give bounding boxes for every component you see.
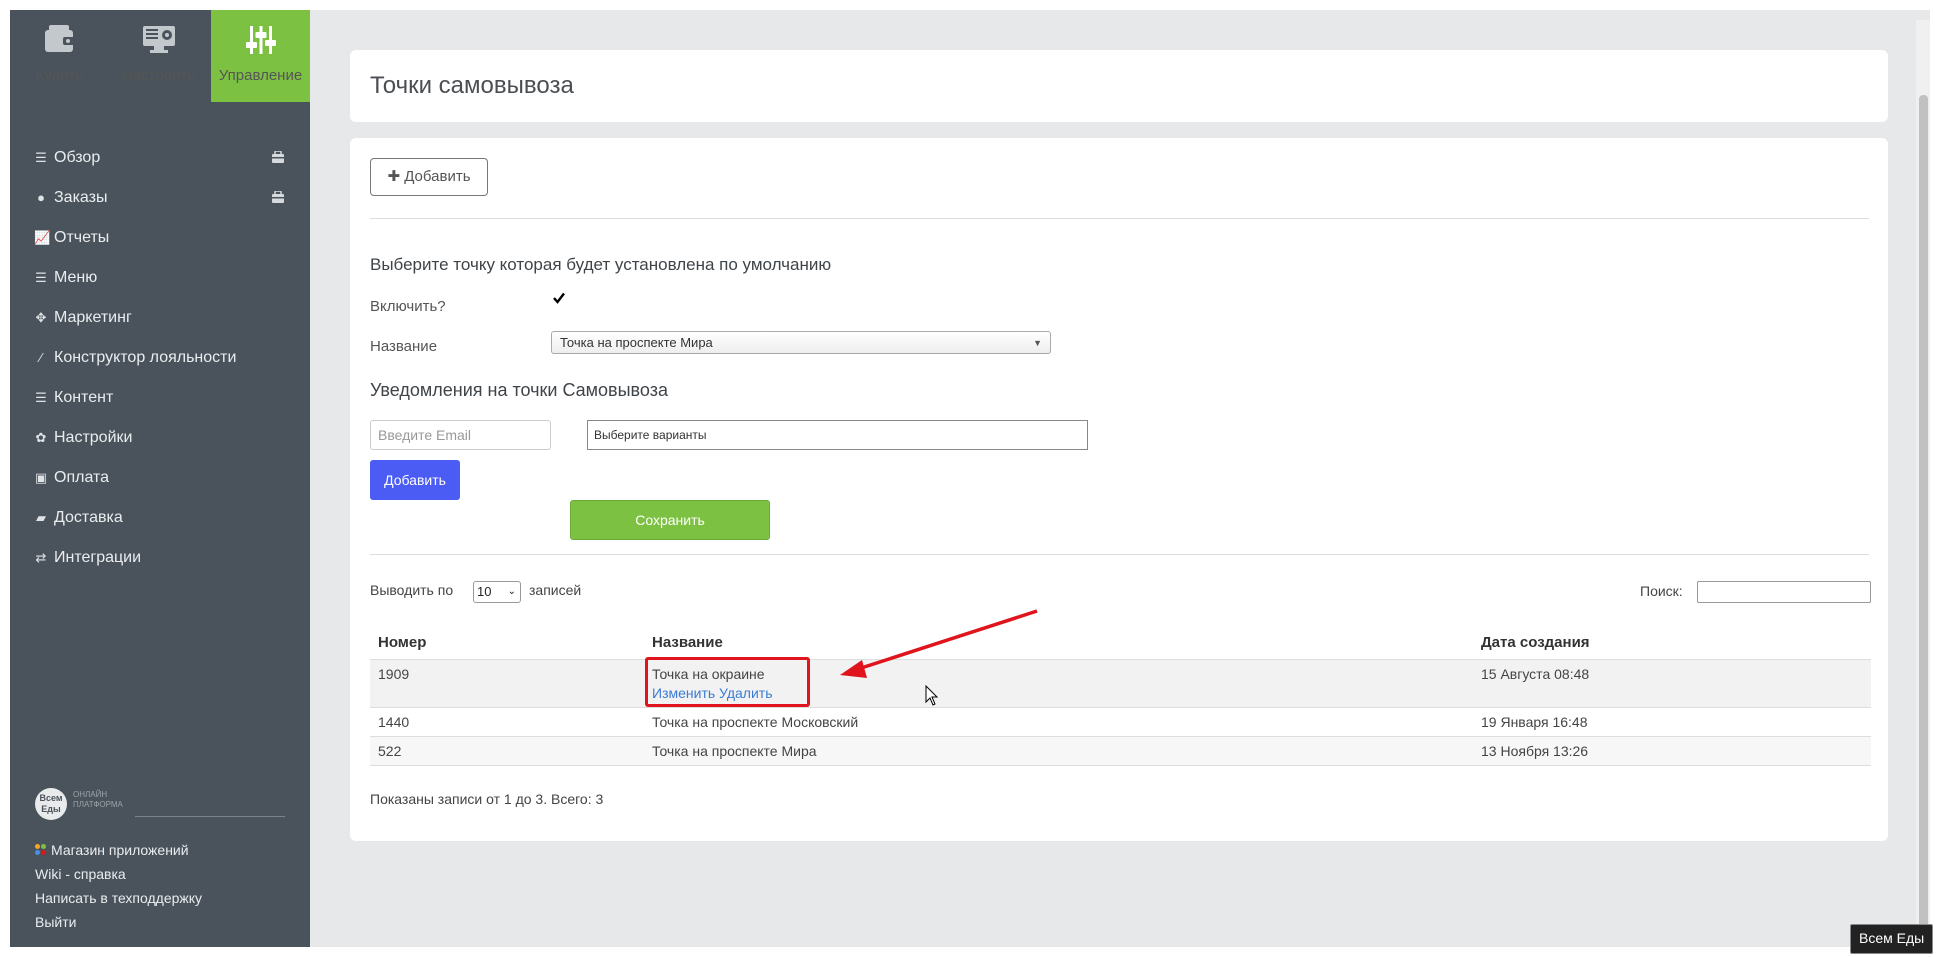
mouse-cursor-icon [925,685,939,706]
scrollbar[interactable] [1916,20,1930,947]
scrollbar-thumb[interactable] [1919,95,1928,930]
annotation-arrow-icon [840,609,1038,678]
tooltip: Всем Еды [1850,924,1934,954]
app-window: Купить Настроить Управление ☰ Обзор ● За… [10,10,1930,947]
